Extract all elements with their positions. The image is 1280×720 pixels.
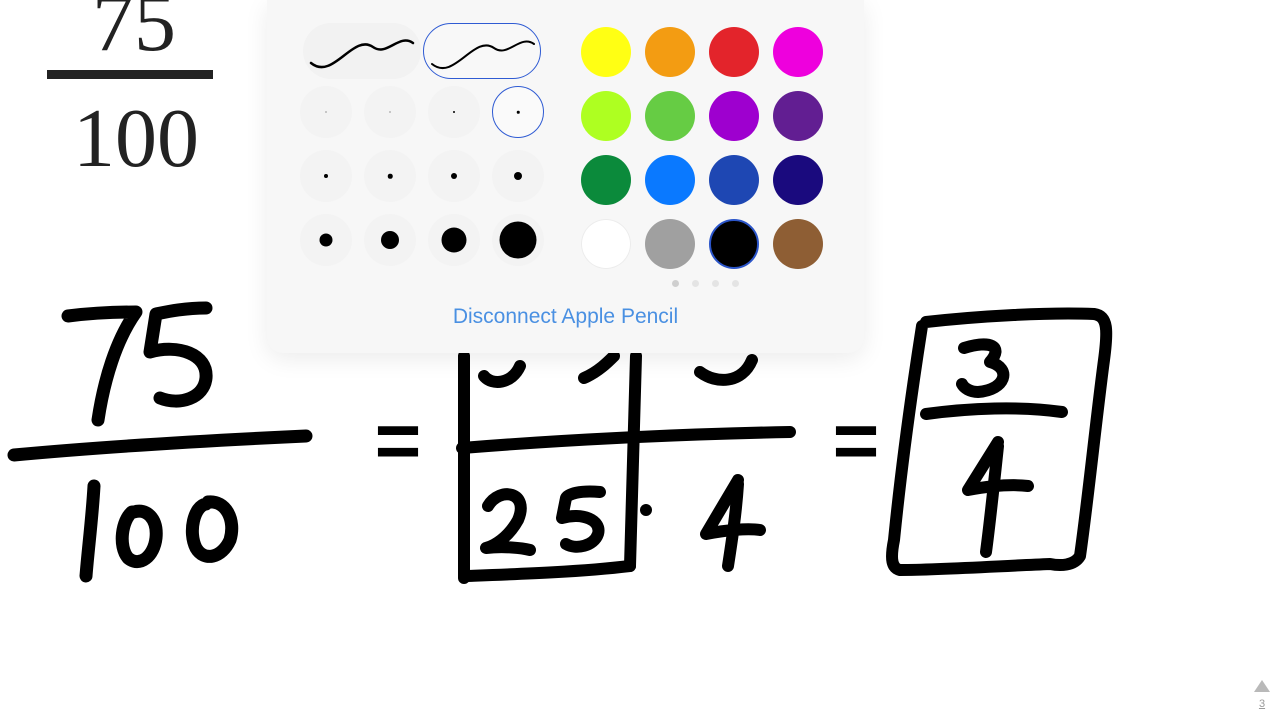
pen-size-option[interactable] — [492, 150, 544, 202]
color-swatch-brown[interactable] — [773, 219, 823, 269]
tapered-curve-stroke-button[interactable] — [423, 23, 541, 79]
page-number: 3 — [1258, 698, 1266, 710]
color-swatch-red[interactable] — [709, 27, 759, 77]
pen-size-option[interactable] — [300, 86, 352, 138]
color-swatch-dark-purple[interactable] — [773, 91, 823, 141]
pen-size-dot-icon — [451, 173, 457, 179]
pen-size-dot-icon — [514, 172, 522, 180]
equals-sign-2: = — [833, 396, 880, 485]
multiplication-dot — [640, 504, 652, 516]
palette-page-dot[interactable] — [732, 280, 739, 287]
disconnect-apple-pencil-button[interactable]: Disconnect Apple Pencil — [267, 305, 864, 329]
handwritten-fraction-middle — [456, 350, 796, 584]
palette-page-dot[interactable] — [692, 280, 699, 287]
color-swatch-yellow[interactable] — [581, 27, 631, 77]
printed-fraction-bar — [47, 70, 213, 79]
printed-numerator: 75 — [92, 0, 176, 69]
printed-denominator: 100 — [73, 92, 199, 185]
color-swatch-navy[interactable] — [773, 155, 823, 205]
pen-size-option[interactable] — [364, 214, 416, 266]
palette-page-dot[interactable] — [672, 280, 679, 287]
pen-size-option[interactable] — [300, 150, 352, 202]
pen-size-dot-icon — [381, 231, 399, 249]
pen-size-option[interactable] — [428, 214, 480, 266]
handwritten-fraction-left — [7, 301, 313, 583]
page-indicator[interactable]: 3 — [1252, 680, 1272, 710]
pen-size-dot-icon — [516, 110, 520, 114]
color-swatch-gray[interactable] — [645, 219, 695, 269]
page-up-icon[interactable] — [1254, 680, 1270, 692]
pen-size-option[interactable] — [364, 86, 416, 138]
color-swatch-royal-blue[interactable] — [709, 155, 759, 205]
pen-size-dot-icon — [453, 111, 455, 113]
pen-size-option[interactable] — [428, 86, 480, 138]
palette-page-dot[interactable] — [712, 280, 719, 287]
pen-size-dot-icon — [324, 174, 328, 178]
color-swatch-dark-green[interactable] — [581, 155, 631, 205]
color-swatch-white[interactable] — [581, 219, 631, 269]
color-swatch-purple[interactable] — [709, 91, 759, 141]
color-swatch-orange[interactable] — [645, 27, 695, 77]
pen-size-dot-icon — [499, 221, 537, 259]
smooth-curve-stroke-icon — [309, 39, 415, 69]
color-swatch-blue[interactable] — [645, 155, 695, 205]
pen-size-option[interactable] — [492, 86, 544, 138]
pen-size-dot-icon — [319, 233, 333, 247]
tapered-curve-stroke-icon — [431, 40, 535, 70]
color-swatch-black[interactable] — [709, 219, 759, 269]
pen-size-dot-icon — [389, 111, 391, 113]
pen-size-dot-icon — [387, 173, 393, 179]
pen-size-option[interactable] — [428, 150, 480, 202]
pen-size-option[interactable] — [492, 214, 544, 266]
smooth-curve-stroke-button[interactable] — [303, 23, 421, 79]
pen-size-dot-icon — [325, 111, 327, 113]
handwritten-boxed-answer — [886, 307, 1113, 576]
color-swatch-green[interactable] — [645, 91, 695, 141]
pen-size-option[interactable] — [300, 214, 352, 266]
color-swatch-magenta[interactable] — [773, 27, 823, 77]
color-swatch-lime[interactable] — [581, 91, 631, 141]
pen-size-dot-icon — [441, 227, 467, 253]
pen-size-option[interactable] — [364, 150, 416, 202]
equals-sign-1: = — [375, 396, 422, 485]
